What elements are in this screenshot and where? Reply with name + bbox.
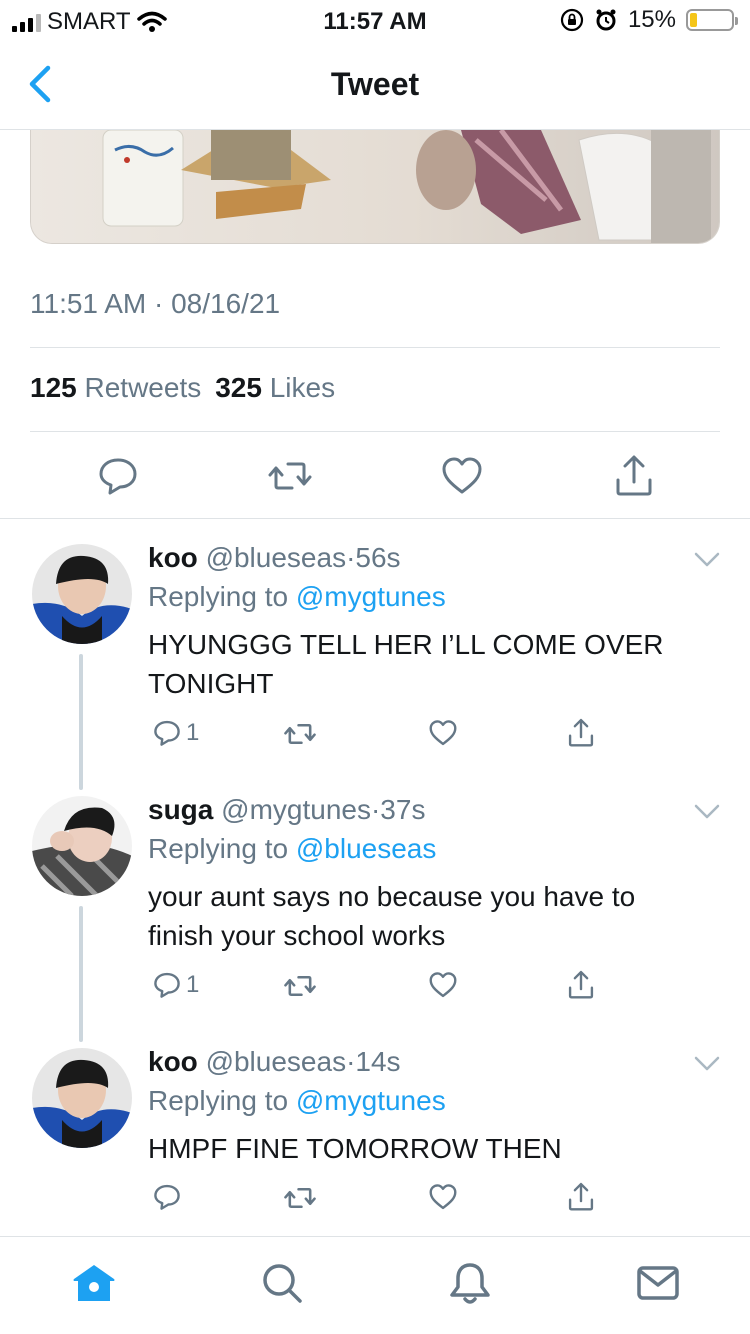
reply-icon (154, 972, 180, 998)
battery-percent: 15% (627, 6, 676, 33)
reply-icon[interactable] (96, 454, 140, 498)
like-button[interactable] (428, 718, 458, 748)
retweet-button[interactable] (284, 970, 316, 1002)
reply-header: koo @blueseas·14s (148, 1046, 401, 1078)
page-title: Tweet (330, 66, 420, 102)
share-button[interactable] (566, 1182, 596, 1212)
retweet-icon (284, 976, 316, 996)
avatar[interactable] (32, 796, 132, 896)
reply-time: 37s (380, 794, 426, 825)
reply-tweet[interactable]: koo @blueseas·14s Replying to @mygtunes … (0, 1024, 750, 1234)
share-button[interactable] (566, 970, 596, 1000)
retweet-button[interactable] (284, 718, 316, 750)
avatar[interactable] (32, 544, 132, 644)
retweet-icon[interactable] (268, 454, 312, 498)
replying-label: Replying to (148, 1085, 289, 1116)
reply-tweet[interactable]: koo @blueseas·56s Replying to @mygtunes … (0, 520, 750, 790)
reply-header: koo @blueseas·56s (148, 542, 401, 574)
display-name[interactable]: suga (148, 794, 213, 825)
retweet-icon (284, 724, 316, 744)
reply-text: your aunt says no because you have to fi… (148, 881, 636, 951)
like-heart-icon (429, 720, 457, 746)
tweet-timestamp: 11:51 AM · 08/16/21 (30, 288, 281, 319)
display-name[interactable]: koo (148, 1046, 198, 1077)
nav-header: Tweet (0, 40, 750, 130)
user-handle[interactable]: @mygtunes (221, 794, 371, 825)
separator-dot: · (370, 794, 381, 825)
home-icon[interactable] (70, 1259, 118, 1307)
avatar[interactable] (32, 1048, 132, 1148)
reply-icon (154, 1184, 180, 1210)
replying-to: Replying to @blueseas (148, 833, 436, 865)
divider (30, 347, 720, 348)
share-button[interactable] (566, 718, 596, 748)
bottom-tab-bar (0, 1236, 750, 1334)
tweet-stats: 125 Retweets 325 Likes (30, 372, 335, 404)
reply-tweet[interactable]: suga @mygtunes·37s Replying to @blueseas… (0, 772, 750, 1042)
retweets-stat[interactable]: 125 Retweets (30, 372, 201, 404)
chevron-down-icon[interactable] (692, 1054, 722, 1074)
mention-link[interactable]: @mygtunes (296, 1085, 446, 1116)
reply-text: HMPF FINE TOMORROW THEN (148, 1133, 562, 1164)
reply-button[interactable]: 1 (152, 970, 199, 1000)
share-icon (568, 1182, 594, 1211)
search-icon[interactable] (258, 1259, 306, 1307)
like-heart-icon (429, 1184, 457, 1210)
share-icon (568, 718, 594, 747)
thread-connector (79, 654, 83, 790)
share-icon (568, 970, 594, 999)
like-count: 325 (215, 372, 262, 403)
replying-label: Replying to (148, 833, 289, 864)
tweet-action-bar (0, 448, 750, 504)
separator-dot: · (346, 542, 356, 573)
reply-time: 56s (355, 542, 401, 573)
reply-count: 1 (186, 719, 200, 746)
like-heart-icon (429, 972, 457, 998)
separator-dot: · (346, 1046, 356, 1077)
tweet-media-image[interactable] (30, 130, 720, 244)
retweet-count: 125 (30, 372, 77, 403)
reply-action-bar (148, 1182, 618, 1222)
retweet-icon (284, 1188, 316, 1208)
reply-icon (154, 720, 180, 746)
like-heart-icon[interactable] (440, 454, 484, 498)
notifications-bell-icon[interactable] (446, 1259, 494, 1307)
replying-label: Replying to (148, 581, 289, 612)
section-divider (0, 518, 750, 519)
reply-text: HYUNGGG TELL HER I’LL COME OVER TONIGHT (148, 629, 664, 699)
alarm-icon (596, 9, 616, 31)
battery-icon (686, 9, 738, 31)
reply-time: 14s (355, 1046, 401, 1077)
status-bar: SMART 11:57 AM 15% (0, 0, 750, 40)
status-bar-right: 15% (560, 6, 738, 34)
chevron-down-icon[interactable] (692, 802, 722, 822)
divider (30, 431, 720, 432)
retweet-button[interactable] (284, 1182, 316, 1214)
like-button[interactable] (428, 970, 458, 1000)
retweet-label: Retweets (84, 372, 202, 403)
reply-header: suga @mygtunes·37s (148, 794, 425, 826)
user-handle[interactable]: @blueseas (206, 1046, 347, 1077)
reply-count: 1 (186, 971, 200, 998)
chevron-down-icon[interactable] (692, 550, 722, 570)
reply-action-bar: 1 (148, 970, 618, 1010)
like-button[interactable] (428, 1182, 458, 1212)
messages-envelope-icon[interactable] (634, 1259, 682, 1307)
orientation-lock-icon (560, 8, 584, 32)
share-icon[interactable] (612, 454, 656, 498)
likes-stat[interactable]: 325 Likes (215, 372, 335, 404)
user-handle[interactable]: @blueseas (206, 542, 347, 573)
mention-link[interactable]: @mygtunes (296, 581, 446, 612)
replying-to: Replying to @mygtunes (148, 1085, 446, 1117)
display-name[interactable]: koo (148, 542, 198, 573)
thread-connector (79, 906, 83, 1042)
reply-button[interactable] (152, 1182, 186, 1212)
mention-link[interactable]: @blueseas (296, 833, 437, 864)
reply-button[interactable]: 1 (152, 718, 199, 748)
photo-illustration (31, 130, 719, 243)
like-label: Likes (269, 372, 336, 403)
replying-to: Replying to @mygtunes (148, 581, 446, 613)
reply-action-bar: 1 (148, 718, 618, 758)
